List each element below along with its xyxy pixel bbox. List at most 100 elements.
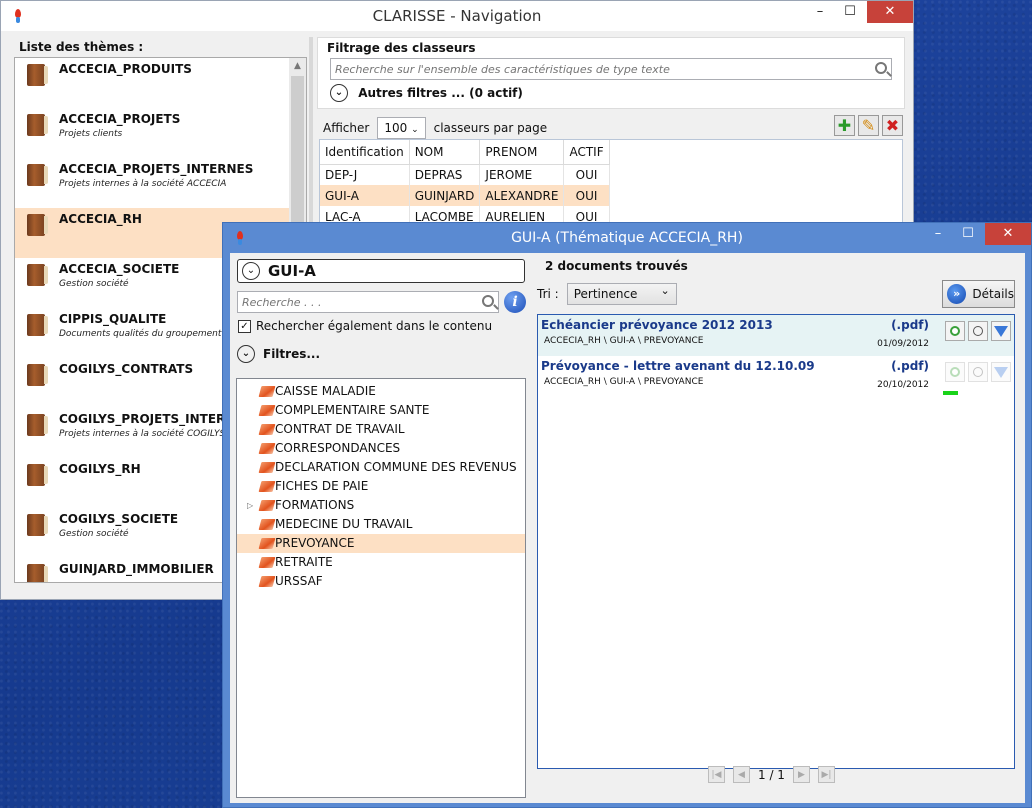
sort-select[interactable]: Pertinence (566, 281, 677, 305)
cell: JEROME (479, 164, 565, 185)
open-document-icon[interactable] (945, 321, 965, 341)
col-prenom[interactable]: PRENOM (479, 140, 565, 165)
close-button[interactable]: ✕ (985, 223, 1031, 245)
tree-item-label: CAISSE MALADIE (275, 384, 376, 398)
tree-item-label: FICHES DE PAIE (275, 479, 369, 493)
theme-item[interactable]: ACCECIA_PROJETS_INTERNES Projets internes… (15, 158, 306, 208)
navigation-titlebar: CLARISSE - Navigation – ☐ ✕ (1, 1, 913, 31)
col-identification[interactable]: Identification (320, 140, 410, 165)
cell: GUINJARD (409, 185, 481, 206)
tree-item[interactable]: CAISSE MALADIE (237, 382, 525, 401)
expand-icon[interactable]: ▷ (247, 496, 253, 515)
tree-item[interactable]: FICHES DE PAIE (237, 477, 525, 496)
table-row[interactable]: DEP-J DEPRAS JEROME OUI (320, 164, 610, 185)
delete-icon[interactable]: ✖ (882, 115, 903, 136)
theme-desc: Projets clients (59, 129, 123, 139)
last-page-icon[interactable]: ▶| (817, 766, 835, 783)
document-date: 20/10/2012 (877, 380, 929, 390)
theme-name: ACCECIA_PROJETS (59, 112, 181, 126)
more-filters-toggle[interactable]: ⌄ Autres filtres ... (0 actif) (330, 84, 523, 102)
binder-search-field[interactable] (330, 58, 892, 80)
pager: |◀ ◀ 1 / 1 ▶ ▶| (708, 766, 835, 783)
book-icon (27, 164, 48, 186)
tree-item[interactable]: URSSAF (237, 572, 525, 591)
document-title[interactable]: Prévoyance - lettre avenant du 12.10.09 (541, 359, 1011, 373)
theme-item[interactable]: ACCECIA_PROJETS Projets clients (15, 108, 306, 158)
theme-item[interactable]: ACCECIA_PRODUITS (15, 58, 306, 108)
theme-name: ACCECIA_PRODUITS (59, 62, 192, 76)
tree-item[interactable]: DECLARATION COMMUNE DES REVENUS (237, 458, 525, 477)
maximize-button[interactable]: ☐ (951, 223, 985, 245)
cell: DEPRAS (409, 164, 481, 185)
maximize-button[interactable]: ☐ (833, 1, 867, 23)
tree-item[interactable]: MEDECINE DU TRAVAIL (237, 515, 525, 534)
folder-icon (258, 443, 276, 454)
document-results: Echéancier prévoyance 2012 2013 (.pdf) A… (537, 314, 1015, 769)
document-search-field[interactable] (237, 291, 499, 313)
add-icon[interactable]: ✚ (834, 115, 855, 136)
folder-icon (258, 538, 276, 549)
book-icon (27, 514, 48, 536)
book-icon (27, 264, 48, 286)
content-search-checkbox[interactable]: ✓ (238, 319, 251, 333)
page-indicator: 1 / 1 (758, 767, 785, 782)
col-actif[interactable]: ACTIF (563, 140, 610, 165)
preview-magnifier-icon[interactable] (968, 321, 988, 341)
first-page-icon[interactable]: |◀ (708, 766, 725, 783)
folder-tree: CAISSE MALADIE COMPLEMENTAIRE SANTE CONT… (236, 378, 526, 798)
download-arrow-icon[interactable] (991, 362, 1011, 382)
tree-item[interactable]: COMPLEMENTAIRE SANTE (237, 401, 525, 420)
download-arrow-icon[interactable] (991, 321, 1011, 341)
cell: OUI (563, 185, 610, 206)
binder-title-box: ⌄ GUI-A (237, 259, 525, 283)
close-button[interactable]: ✕ (867, 1, 913, 23)
tree-item[interactable]: ▷ FORMATIONS (237, 496, 525, 515)
document-item-selected[interactable]: Echéancier prévoyance 2012 2013 (.pdf) A… (538, 315, 1014, 356)
chevron-down-icon[interactable]: ⌄ (242, 262, 260, 280)
filters-toggle[interactable]: ⌄ Filtres... (237, 345, 320, 363)
progress-bar (943, 391, 958, 395)
table-row-selected[interactable]: GUI-A GUINJARD ALEXANDRE OUI (320, 185, 610, 206)
tree-item[interactable]: RETRAITE (237, 553, 525, 572)
filters-label: Filtres... (263, 347, 321, 361)
filter-title: Filtrage des classeurs (327, 41, 476, 55)
themes-label: Liste des thèmes : (19, 40, 144, 54)
chevron-down-icon[interactable]: ⌄ (237, 345, 255, 363)
info-icon[interactable]: i (504, 291, 526, 313)
col-nom[interactable]: NOM (409, 140, 481, 165)
document-window: GUI-A (Thématique ACCECIA_RH) – ☐ ✕ ⌄ GU… (222, 222, 1032, 808)
book-icon (27, 114, 48, 136)
document-actions (945, 362, 1011, 382)
binder-search-input[interactable] (331, 59, 861, 79)
tree-item[interactable]: CONTRAT DE TRAVAIL (237, 420, 525, 439)
document-title[interactable]: Echéancier prévoyance 2012 2013 (541, 318, 1011, 332)
document-search-input[interactable] (238, 292, 473, 312)
book-icon (27, 314, 48, 336)
document-ext: (.pdf) (891, 359, 929, 373)
scroll-up-icon[interactable]: ▲ (289, 58, 306, 75)
tree-item[interactable]: CORRESPONDANCES (237, 439, 525, 458)
details-button[interactable]: » Détails (942, 280, 1015, 308)
minimize-button[interactable]: – (921, 223, 955, 245)
preview-magnifier-icon[interactable] (968, 362, 988, 382)
prev-page-icon[interactable]: ◀ (733, 766, 750, 783)
per-page-select[interactable]: 100 ⌄ (377, 117, 426, 139)
book-icon (27, 414, 48, 436)
next-page-icon[interactable]: ▶ (792, 766, 810, 783)
edit-pencil-icon[interactable]: ✎ (858, 115, 879, 136)
tree-item-selected[interactable]: PREVOYANCE (237, 534, 525, 553)
search-icon[interactable] (875, 62, 887, 74)
chevron-down-icon[interactable]: ⌄ (330, 84, 348, 102)
document-item[interactable]: Prévoyance - lettre avenant du 12.10.09 … (538, 356, 1014, 397)
open-document-icon[interactable] (945, 362, 965, 382)
search-icon[interactable] (482, 295, 494, 307)
window-title: CLARISSE - Navigation (372, 7, 542, 25)
folder-icon (258, 424, 276, 435)
per-page-value: 100 (384, 121, 408, 135)
theme-name: ACCECIA_PROJETS_INTERNES (59, 162, 254, 176)
minimize-button[interactable]: – (803, 1, 837, 23)
content-search-checkbox-row[interactable]: ✓ Rechercher également dans le contenu (238, 319, 492, 333)
tree-item-label: MEDECINE DU TRAVAIL (275, 517, 413, 531)
paging-row: Afficher 100 ⌄ classeurs par page (323, 117, 547, 139)
more-filters-label: Autres filtres ... (0 actif) (358, 85, 523, 100)
